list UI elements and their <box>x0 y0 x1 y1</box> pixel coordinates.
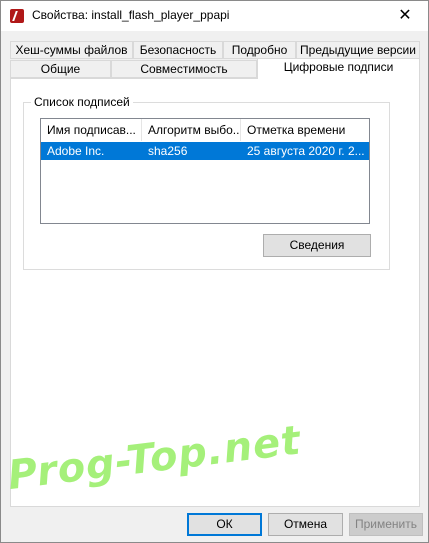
tab-compatibility[interactable]: Совместимость <box>111 60 257 78</box>
list-header: Имя подписав... Алгоритм выбо... Отметка… <box>41 119 369 141</box>
signature-list[interactable]: Имя подписав... Алгоритм выбо... Отметка… <box>40 118 370 224</box>
ok-button[interactable]: ОК <box>187 513 262 536</box>
properties-dialog: Свойства: install_flash_player_ppapi ✕ Х… <box>0 0 429 543</box>
tab-previous-versions[interactable]: Предыдущие версии <box>296 41 420 59</box>
tab-digital-signatures[interactable]: Цифровые подписи <box>257 58 420 79</box>
column-digest-algorithm[interactable]: Алгоритм выбо... <box>142 119 241 141</box>
cell-signer-name: Adobe Inc. <box>47 144 105 158</box>
flash-app-icon <box>10 9 24 23</box>
column-signer-name[interactable]: Имя подписав... <box>41 119 142 141</box>
signature-list-group: Список подписей Имя подписав... Алгоритм… <box>23 95 390 270</box>
column-timestamp[interactable]: Отметка времени <box>241 119 369 141</box>
apply-button[interactable]: Применить <box>349 513 423 536</box>
cancel-button[interactable]: Отмена <box>268 513 343 536</box>
tab-panel-digital-signatures: Список подписей Имя подписав... Алгоритм… <box>10 78 420 507</box>
tab-security[interactable]: Безопасность <box>133 41 223 59</box>
cell-timestamp: 25 августа 2020 г. 2... <box>247 144 365 158</box>
tab-general[interactable]: Общие <box>10 60 111 78</box>
title-bar[interactable]: Свойства: install_flash_player_ppapi ✕ <box>1 1 428 31</box>
cell-algorithm: sha256 <box>148 144 188 158</box>
close-button[interactable]: ✕ <box>382 1 428 31</box>
tab-hashes[interactable]: Хеш-суммы файлов <box>10 41 133 59</box>
signature-row[interactable]: Adobe Inc. sha256 25 августа 2020 г. 2..… <box>41 142 369 160</box>
details-button[interactable]: Сведения <box>263 234 371 257</box>
signature-list-label: Список подписей <box>31 95 133 109</box>
window-title: Свойства: install_flash_player_ppapi <box>32 8 230 22</box>
tab-details[interactable]: Подробно <box>223 41 296 59</box>
